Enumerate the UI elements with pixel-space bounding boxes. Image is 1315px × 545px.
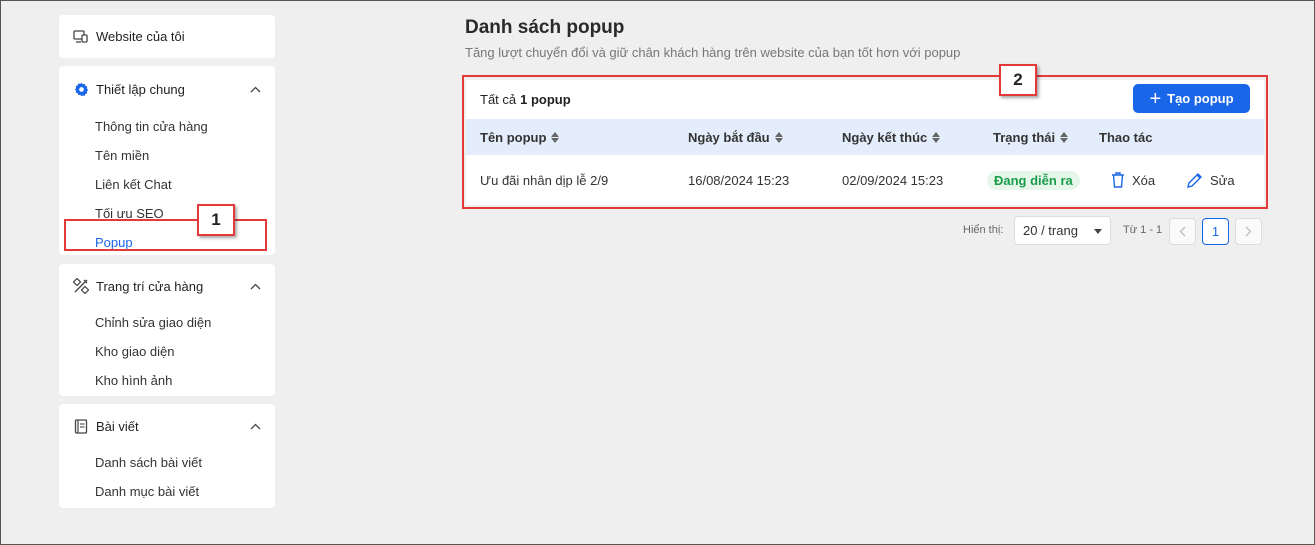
sidebar-item-post-list[interactable]: Danh sách bài viết	[59, 448, 275, 477]
sidebar-item-edit-theme[interactable]: Chỉnh sửa giao diện	[59, 308, 275, 337]
chevron-left-icon	[1179, 226, 1186, 237]
annotation-box-table	[462, 75, 1268, 209]
sidebar-general-title: Thiết lập chung	[96, 81, 185, 97]
prev-page-button[interactable]	[1169, 218, 1196, 245]
show-label: Hiển thị:	[963, 224, 1004, 236]
chevron-up-icon[interactable]	[249, 83, 261, 95]
page-1-button[interactable]: 1	[1202, 218, 1229, 245]
chevron-up-icon[interactable]	[249, 420, 261, 432]
page-subtitle: Tăng lượt chuyển đổi và giữ chân khách h…	[465, 45, 961, 60]
sidebar-group-general[interactable]: Thiết lập chung	[59, 66, 275, 112]
page-size-label: Hiển thị:	[963, 216, 1003, 245]
app-frame: Website của tôi Thiết lập chung Thông ti…	[0, 0, 1315, 545]
book-icon	[73, 418, 89, 434]
sidebar-group-decor[interactable]: Trang trí cửa hàng	[59, 264, 275, 308]
sidebar-website-label: Website của tôi	[96, 29, 185, 44]
sidebar-item-domain[interactable]: Tên miền	[59, 141, 275, 170]
sidebar-group-posts[interactable]: Bài viết	[59, 404, 275, 448]
sidebar-item-post-category[interactable]: Danh mục bài viết	[59, 477, 275, 506]
sidebar-item-theme-store[interactable]: Kho giao diện	[59, 337, 275, 366]
next-page-button[interactable]	[1235, 218, 1262, 245]
sidebar-decor-title: Trang trí cửa hàng	[96, 278, 204, 294]
sidebar-item-image-store[interactable]: Kho hình ảnh	[59, 366, 275, 395]
sidebar-website-link[interactable]: Website của tôi	[59, 15, 275, 58]
sidebar-item-store-info[interactable]: Thông tin cửa hàng	[59, 112, 275, 141]
page-size-select[interactable]: 20 / trang	[1014, 216, 1111, 245]
sidebar-item-chat-link[interactable]: Liên kết Chat	[59, 170, 275, 199]
devices-icon	[73, 29, 89, 45]
sidebar-card-decor: Trang trí cửa hàng Chỉnh sửa giao diện K…	[59, 264, 275, 396]
chevron-right-icon	[1245, 226, 1252, 237]
pagination-range: Từ 1 - 1	[1123, 224, 1163, 236]
page-size-value: 20 / trang	[1023, 223, 1078, 238]
gear-icon	[73, 81, 89, 97]
sidebar-card-website[interactable]: Website của tôi	[59, 15, 275, 58]
chevron-up-icon[interactable]	[249, 280, 261, 292]
sidebar-posts-title: Bài viết	[96, 418, 139, 434]
annotation-box-popup	[64, 219, 267, 251]
annotation-badge-2: 2	[999, 64, 1037, 96]
page-title: Danh sách popup	[465, 17, 625, 38]
annotation-badge-1: 1	[197, 204, 235, 236]
design-tools-icon	[73, 278, 89, 294]
caret-down-icon	[1094, 229, 1102, 234]
sidebar-card-posts: Bài viết Danh sách bài viết Danh mục bài…	[59, 404, 275, 508]
